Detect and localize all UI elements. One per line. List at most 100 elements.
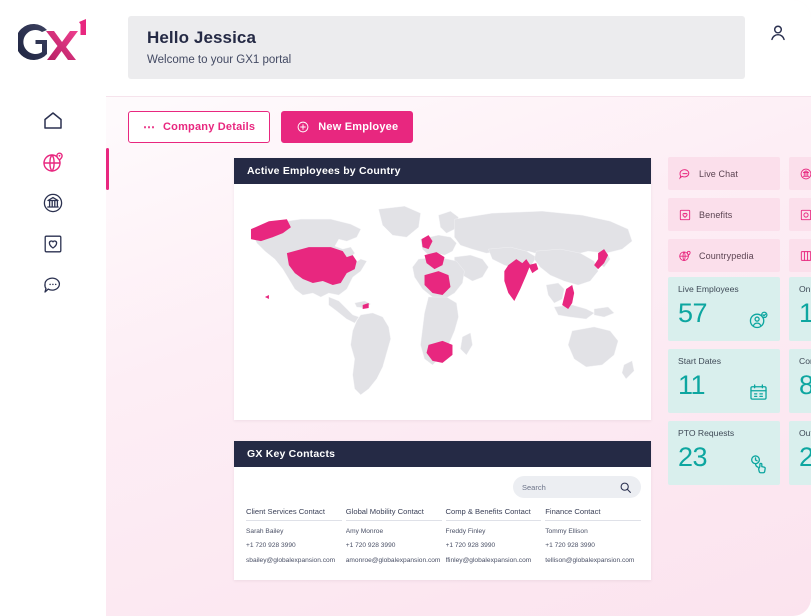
contact-phone[interactable]: +1 720 928 3990 [246,542,342,550]
quick-actions: Live Chat Expenses Ben [668,157,811,272]
contact-name: Amy Monroe [345,527,384,535]
company-details-button[interactable]: ⋯ Company Details [128,111,271,143]
stat-card-live-employees[interactable]: Live Employees 57 [668,277,780,341]
contact-phone[interactable]: +1 720 928 3990 [545,542,641,550]
quick-action-live-chat[interactable]: Live Chat [668,157,780,190]
search-icon[interactable] [619,481,632,494]
company-details-label: Company Details [163,121,256,133]
stat-label: PTO Requests [678,428,735,438]
sidebar-nav [0,100,106,305]
contact-card: Client Services Contact Sarah Bailey +1 … [246,507,346,565]
page-title: Hello Jessica [147,28,257,47]
map-marker-hawaii [264,295,269,300]
quick-action-label: Benefits [699,209,733,220]
contact-phone[interactable]: +1 720 928 3990 [446,542,542,550]
contact-role: Comp & Benefits Contact [445,507,542,521]
sidebar-item-payroll[interactable] [0,182,106,223]
globe-pin-icon [678,249,692,263]
greeting-banner: Hello Jessica Welcome to your GX1 portal [128,16,745,79]
sidebar [0,0,107,616]
user-check-icon [748,310,769,331]
map-panel-title: Active Employees by Country [247,165,401,177]
new-employee-label: New Employee [318,121,399,133]
active-employees-map-panel: Active Employees by Country [234,158,651,420]
contact-card: Global Mobility Contact Amy Monroe +1 72… [345,507,446,565]
key-contacts-panel: GX Key Contacts Client Services Contact … [234,441,651,580]
quick-action-expenses[interactable]: Expenses [789,157,811,190]
bank-icon [41,191,65,215]
calendar-icon [748,382,769,403]
sidebar-item-countries[interactable] [0,141,106,182]
contacts-panel-title: GX Key Contacts [247,448,336,460]
search-input[interactable] [522,479,619,495]
stat-cards: Live Employees 57 Onboarding 16 [668,277,811,485]
toolbar: ⋯ Company Details New Employee [128,111,414,143]
contacts-panel-header: GX Key Contacts [234,441,651,467]
contact-card: Finance Contact Tommy Ellison +1 720 928… [545,507,645,565]
world-map[interactable] [234,184,651,420]
sidebar-item-messages[interactable] [0,264,106,305]
quick-action-label: Countrypedia [699,250,754,261]
policies-icon [799,208,811,222]
main-content: Hello Jessica Welcome to your GX1 portal… [106,0,811,616]
map-country-india [504,259,531,302]
app-logo[interactable] [15,18,90,64]
contact-email[interactable]: sbailey@globalexpansion.com [246,557,342,565]
quick-action-benefits[interactable]: Benefits [668,198,780,231]
plus-circle-icon [296,120,310,134]
quick-action-employer-guides[interactable]: Employer Guides [789,239,811,272]
contact-role: Client Services Contact [246,507,342,521]
new-employee-button[interactable]: New Employee [281,111,414,143]
active-nav-indicator [106,148,109,190]
stat-label: Start Dates [678,356,721,366]
user-icon [771,25,785,41]
stat-label: Live Employees [678,284,739,294]
contacts-search[interactable] [513,476,641,498]
heart-box-icon [678,208,692,222]
sidebar-item-home[interactable] [0,100,106,141]
contacts-body: Client Services Contact Sarah Bailey +1 … [234,467,651,580]
globe-pin-icon [41,150,65,174]
expenses-icon [799,167,811,181]
world-map-svg [250,206,635,396]
page-subtitle: Welcome to your GX1 portal [147,54,292,66]
contact-card: Comp & Benefits Contact Freddy Finley +1… [445,507,546,565]
stat-card-contracts[interactable]: Contracts 8 [789,349,811,413]
stat-card-pto-requests[interactable]: PTO Requests 23 [668,421,780,485]
stat-label: Out of Office [799,428,811,438]
quick-action-label: Live Chat [699,168,738,179]
stat-card-onboarding[interactable]: Onboarding 16 [789,277,811,341]
stat-value: 2 [799,442,811,472]
map-panel-header: Active Employees by Country [234,158,651,184]
app-root: Hello Jessica Welcome to your GX1 portal… [0,0,811,616]
contact-phone[interactable]: +1 720 928 3990 [346,542,442,550]
contact-name: Freddy Finley [445,527,486,535]
quick-action-policies[interactable]: Policies [789,198,811,231]
quick-action-countrypedia[interactable]: Countrypedia [668,239,780,272]
avatar[interactable] [763,18,793,48]
stat-value: 8 [799,370,811,400]
chat-bubble-icon [678,167,692,181]
contact-name: Tommy Ellison [545,527,588,535]
map-land-layer [250,206,635,396]
contact-role: Finance Contact [545,507,641,521]
time-approve-icon [748,454,769,475]
contact-role: Global Mobility Contact [345,507,442,521]
stat-label: Contracts [799,356,811,366]
contact-email[interactable]: ffinley@globalexpansion.com [446,557,542,565]
contact-email[interactable]: amonroe@globalexpansion.com [346,557,442,565]
chat-bubble-icon [41,273,65,297]
sidebar-item-benefits[interactable] [0,223,106,264]
ellipsis-icon: ⋯ [143,120,156,134]
stat-card-out-of-office[interactable]: Out of Office 2 [789,421,811,485]
contacts-grid: Client Services Contact Sarah Bailey +1 … [246,507,645,565]
contact-name: Sarah Bailey [246,527,284,535]
logo-gx1-icon [15,19,86,60]
home-icon [41,109,65,133]
stat-value: 16 [799,298,811,328]
stat-card-start-dates[interactable]: Start Dates 11 [668,349,780,413]
stat-label: Onboarding [799,284,811,294]
contact-email[interactable]: tellison@globalexpansion.com [545,557,641,565]
heart-box-icon [41,232,65,256]
book-icon [799,249,811,263]
